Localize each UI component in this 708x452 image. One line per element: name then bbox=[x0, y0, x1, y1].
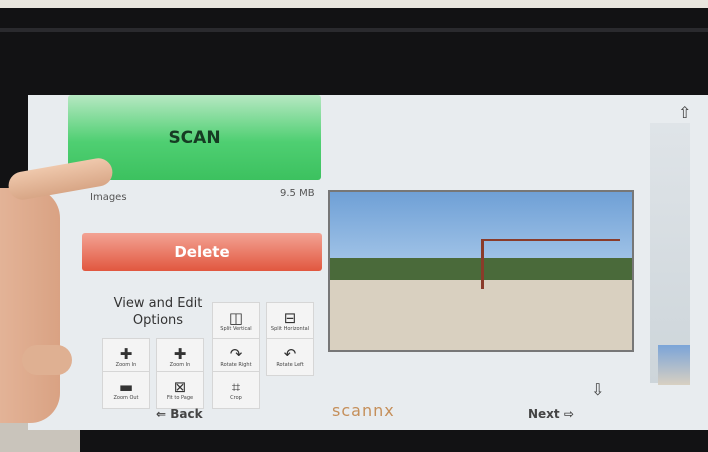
zoom-out-button[interactable]: ▬ Zoom Out bbox=[102, 371, 150, 409]
next-button[interactable]: Next ⇨ bbox=[528, 407, 574, 421]
rotate-left-button[interactable]: ↶ Rotate Left bbox=[266, 338, 314, 376]
tool-label: Split Vertical bbox=[220, 326, 252, 332]
zoom-in-icon: ✚ bbox=[119, 345, 133, 363]
split-vertical-icon: ◫ bbox=[228, 309, 244, 327]
next-label: Next bbox=[528, 407, 560, 421]
tool-label: Rotate Right bbox=[220, 362, 252, 368]
thumbnail-selected[interactable] bbox=[658, 345, 690, 385]
hand bbox=[0, 188, 60, 423]
file-size-label: 9.5 MB bbox=[280, 188, 315, 199]
fit-to-page-button[interactable]: ⊠ Fit to Page bbox=[156, 371, 204, 409]
crop-button[interactable]: ⌗ Crop bbox=[212, 371, 260, 409]
rotate-left-icon: ↶ bbox=[283, 345, 297, 363]
image-count-label: Images bbox=[90, 192, 127, 203]
preview-steel-frame bbox=[481, 239, 620, 289]
tool-label: Fit to Page bbox=[166, 395, 194, 401]
back-button[interactable]: ⇐ Back bbox=[156, 407, 203, 421]
back-label: Back bbox=[170, 407, 203, 421]
split-horizontal-icon: ⊟ bbox=[283, 309, 297, 327]
crop-icon: ⌗ bbox=[231, 378, 241, 396]
split-horizontal-button[interactable]: ⊟ Split Horizontal bbox=[266, 302, 314, 340]
tool-label: Rotate Left bbox=[276, 362, 304, 368]
preview-ground bbox=[330, 280, 632, 350]
scannx-logo: scannx bbox=[332, 401, 395, 420]
back-arrow-icon: ⇐ bbox=[156, 407, 171, 421]
tool-label: Split Horizontal bbox=[270, 326, 310, 332]
tool-label: Zoom In bbox=[169, 362, 191, 368]
knuckle bbox=[22, 345, 72, 375]
next-arrow-icon: ⇨ bbox=[559, 407, 574, 421]
zoom-out-icon: ▬ bbox=[118, 378, 134, 396]
scroll-up-arrow-icon[interactable]: ⇧ bbox=[678, 103, 691, 122]
tool-label: Crop bbox=[230, 395, 242, 401]
kiosk-screen: SCAN Images 9.5 MB Delete View and Edit … bbox=[28, 95, 708, 430]
delete-button[interactable]: Delete bbox=[82, 233, 322, 271]
scroll-down-arrow-icon[interactable]: ⇩ bbox=[591, 380, 604, 399]
split-vertical-button[interactable]: ◫ Split Vertical bbox=[212, 302, 260, 340]
zoom-in-icon: ✚ bbox=[173, 345, 187, 363]
scan-preview bbox=[328, 190, 634, 352]
view-edit-options-title: View and Edit Options bbox=[113, 296, 203, 328]
rotate-right-icon: ↷ bbox=[229, 345, 243, 363]
fit-to-page-icon: ⊠ bbox=[173, 378, 187, 396]
thumbnail-strip[interactable] bbox=[650, 123, 690, 383]
tool-label: Zoom Out bbox=[113, 395, 139, 401]
tool-label: Zoom In bbox=[115, 362, 137, 368]
monitor-top-edge bbox=[0, 28, 708, 32]
